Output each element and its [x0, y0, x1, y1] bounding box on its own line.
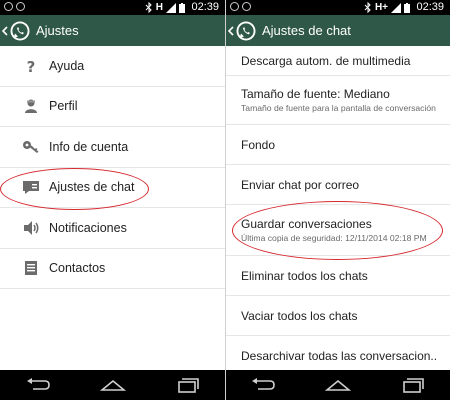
navigation-bar — [226, 370, 450, 400]
recent-apps-nav-icon[interactable] — [398, 375, 428, 395]
notification-icon — [4, 2, 13, 11]
menu-item-label: Info de cuenta — [49, 139, 129, 154]
setting-font-size[interactable]: Tamaño de fuente: Mediano Tamaño de fuen… — [226, 76, 450, 125]
speaker-icon — [19, 218, 43, 238]
home-nav-icon[interactable] — [98, 375, 128, 395]
home-nav-icon[interactable] — [323, 375, 353, 395]
menu-item-label: Ayuda — [49, 58, 85, 73]
setting-subtitle: Última copia de seguridad: 12/11/2014 02… — [241, 232, 427, 243]
svg-text:?: ? — [27, 58, 36, 74]
menu-item-perfil[interactable]: Perfil — [0, 87, 225, 127]
menu-item-label: Notificaciones — [49, 220, 127, 235]
key-icon — [19, 137, 43, 157]
setting-delete-all-chats[interactable]: Eliminar todos los chats — [226, 256, 450, 296]
back-nav-icon[interactable] — [23, 375, 53, 395]
contacts-icon — [19, 258, 43, 278]
back-chevron-icon[interactable] — [226, 15, 236, 46]
navigation-bar — [0, 370, 225, 400]
menu-item-info-cuenta[interactable]: Info de cuenta — [0, 127, 225, 168]
menu-item-label: Ajustes de chat — [49, 180, 135, 195]
action-bar: Ajustes — [0, 15, 225, 46]
status-bar: H 02:39 — [0, 0, 225, 15]
setting-title: Enviar chat por correo — [241, 177, 360, 192]
bluetooth-icon — [145, 2, 152, 13]
help-icon: ? — [19, 56, 43, 76]
setting-auto-download[interactable]: Descarga autom. de multimedia — [226, 46, 450, 76]
menu-item-notificaciones[interactable]: Notificaciones — [0, 208, 225, 249]
profile-icon — [19, 96, 43, 116]
setting-title: Vaciar todos los chats — [241, 308, 358, 323]
setting-wallpaper[interactable]: Fondo — [226, 125, 450, 165]
action-bar: Ajustes de chat — [226, 15, 450, 46]
notification-icon — [242, 2, 251, 11]
page-title: Ajustes — [36, 23, 79, 38]
whatsapp-logo-icon[interactable] — [10, 21, 30, 41]
menu-item-label: Contactos — [49, 261, 106, 276]
setting-clear-all-chats[interactable]: Vaciar todos los chats — [226, 296, 450, 336]
right-screen: H+ 02:39 Ajustes de chat Descarga autom.… — [225, 0, 450, 400]
status-time: 02:39 — [416, 1, 444, 13]
notification-icon — [16, 2, 25, 11]
notification-icon — [230, 2, 239, 11]
menu-item-ayuda[interactable]: ? Ayuda — [0, 46, 225, 87]
menu-item-contactos[interactable]: Contactos — [0, 249, 225, 289]
setting-save-conversations[interactable]: Guardar conversaciones Última copia de s… — [226, 205, 450, 256]
setting-title: Tamaño de fuente: Mediano — [241, 86, 390, 101]
setting-title: Descarga autom. de multimedia — [241, 53, 411, 68]
setting-title: Desarchivar todas las conversacion.. — [241, 349, 438, 363]
left-screen: H 02:39 Ajustes ? Ayuda Perfil Info de c… — [0, 0, 225, 400]
battery-icon — [179, 2, 185, 13]
recent-apps-nav-icon[interactable] — [173, 375, 203, 395]
back-nav-icon[interactable] — [248, 375, 278, 395]
chat-settings-icon — [19, 177, 43, 197]
setting-title: Guardar conversaciones — [241, 216, 372, 231]
bluetooth-icon — [364, 2, 371, 13]
signal-icon — [391, 2, 401, 13]
chat-settings-list: Descarga autom. de multimedia Tamaño de … — [226, 46, 450, 376]
signal-icon — [166, 2, 176, 13]
whatsapp-logo-icon[interactable] — [236, 21, 256, 41]
setting-title: Fondo — [241, 137, 276, 152]
network-type: H — [155, 2, 163, 13]
back-chevron-icon[interactable] — [0, 15, 10, 46]
page-title: Ajustes de chat — [262, 23, 351, 38]
setting-subtitle: Tamaño de fuente para la pantalla de con… — [241, 102, 436, 113]
settings-menu: ? Ayuda Perfil Info de cuenta Ajustes de… — [0, 46, 225, 289]
setting-email-chat[interactable]: Enviar chat por correo — [226, 165, 450, 205]
menu-item-ajustes-chat[interactable]: Ajustes de chat — [0, 168, 225, 208]
menu-item-label: Perfil — [49, 99, 78, 114]
status-time: 02:39 — [191, 1, 219, 13]
network-type: H+ — [374, 2, 388, 13]
battery-icon — [404, 2, 410, 13]
status-bar: H+ 02:39 — [226, 0, 450, 15]
setting-title: Eliminar todos los chats — [241, 268, 368, 283]
